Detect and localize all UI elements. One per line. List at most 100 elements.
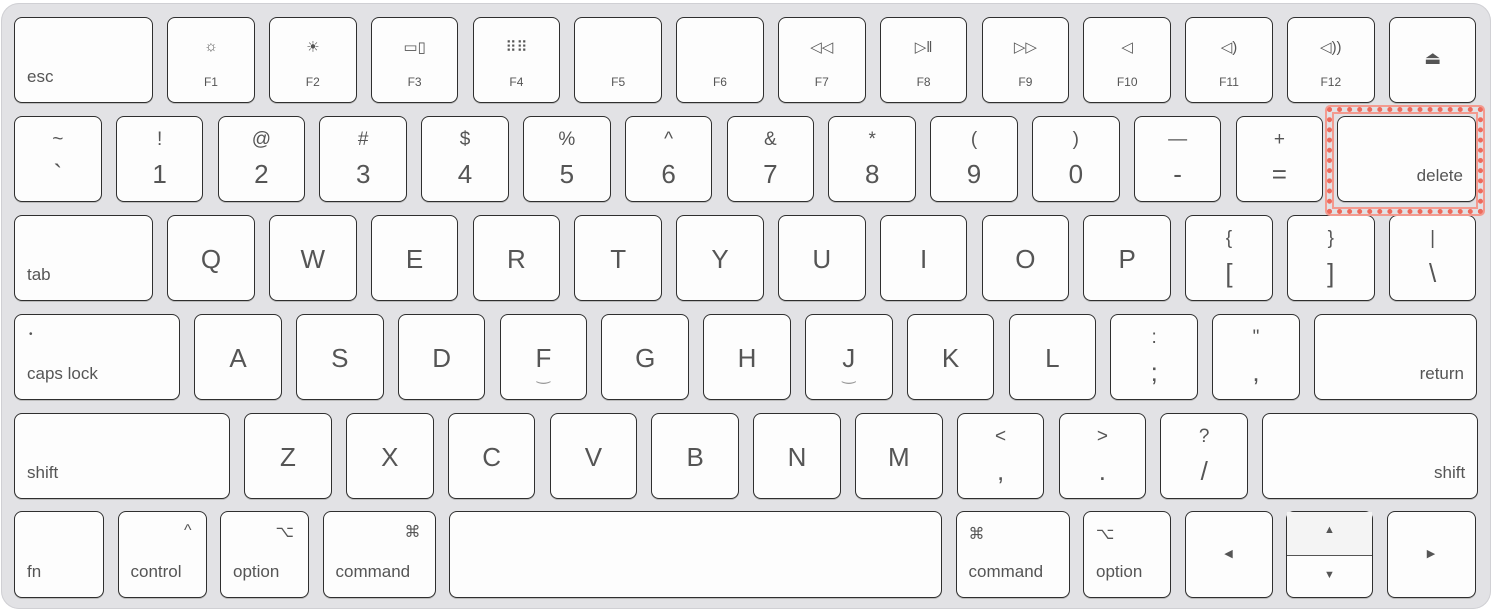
home-row-bump: ‿ — [536, 367, 550, 384]
key-f3[interactable]: ▭▯ F3 — [370, 17, 459, 103]
key-u[interactable]: U — [778, 215, 866, 301]
key-left-arrow[interactable]: ◀ — [1184, 511, 1273, 598]
key-i[interactable]: I — [879, 215, 968, 301]
key-symbol: \ — [1428, 258, 1437, 288]
key-a[interactable]: A — [194, 314, 282, 400]
key-f4[interactable]: ⠿⠿ F4 — [472, 17, 561, 103]
key-o[interactable]: O — [981, 215, 1070, 301]
key-v[interactable]: V — [549, 413, 638, 499]
key-blank[interactable]: | \ — [1388, 215, 1477, 301]
key-8[interactable]: * 8 — [828, 116, 916, 202]
key-command[interactable]: command ⌘ — [322, 511, 436, 598]
key-y[interactable]: Y — [676, 215, 764, 301]
key-up-down-arrow[interactable]: ▲ ▼ — [1286, 511, 1373, 598]
key-f2[interactable]: ☀ F2 — [269, 17, 357, 103]
key-blank[interactable]: ? / — [1160, 413, 1248, 499]
key-shift-symbol: & — [764, 129, 777, 150]
key-f5[interactable]: F5 — [574, 17, 662, 103]
key-control[interactable]: control ^ — [117, 511, 207, 598]
home-row-bump: ‿ — [842, 367, 856, 384]
key-symbol: 0 — [1068, 159, 1084, 189]
key-f1[interactable]: ☼ F1 — [167, 17, 255, 103]
key-9[interactable]: (9 — [930, 116, 1018, 202]
key-q[interactable]: Q — [167, 215, 255, 301]
key-m[interactable]: M — [855, 413, 943, 499]
key-label: option — [1096, 562, 1143, 581]
key-j[interactable]: J ‿ — [805, 314, 893, 400]
key-label: T — [610, 244, 627, 274]
key-symbol: 6 — [661, 159, 676, 189]
key-l[interactable]: L — [1008, 314, 1097, 400]
key-eject[interactable]: ⏏ — [1388, 17, 1477, 103]
key-blank[interactable]: :; — [1110, 314, 1198, 400]
key-1[interactable]: ! 1 — [115, 116, 204, 202]
key-f7[interactable]: ◁◁ F7 — [778, 17, 866, 103]
key-x[interactable]: X — [346, 413, 434, 499]
key-up-arrow[interactable]: ▲ — [1287, 512, 1372, 556]
key-2[interactable]: @2 — [217, 116, 306, 202]
key-blank[interactable]: }] — [1287, 215, 1375, 301]
key-label: L — [1045, 343, 1060, 373]
key-7[interactable]: & 7 — [726, 116, 815, 202]
key-s[interactable]: S — [296, 314, 384, 400]
key-option[interactable]: option ⌥ — [220, 511, 309, 598]
key-h[interactable]: H — [703, 314, 791, 400]
key-shift-right[interactable]: shift — [1262, 413, 1479, 499]
key-f[interactable]: F ‿ — [499, 314, 588, 400]
key-blank[interactable]: <, — [956, 413, 1045, 499]
key-f12[interactable]: ◁)) F12 — [1287, 17, 1375, 103]
key-f9[interactable]: ▷▷ F9 — [981, 17, 1070, 103]
key-label: return — [1419, 364, 1464, 383]
key-blank[interactable]: {[ — [1185, 215, 1273, 301]
key-down-arrow[interactable]: ▼ — [1287, 555, 1372, 598]
key-blank[interactable]: ", — [1212, 314, 1300, 400]
key-return[interactable]: return — [1314, 314, 1477, 400]
key-0[interactable]: ) 0 — [1032, 116, 1120, 202]
key-f6[interactable]: F6 — [676, 17, 764, 103]
key-p[interactable]: P — [1083, 215, 1171, 301]
key-shift-symbol: : — [1151, 327, 1157, 348]
key-c[interactable]: C — [447, 413, 536, 499]
key-f8[interactable]: ▷‖ F8 — [879, 17, 968, 103]
key-blank[interactable]: + = — [1235, 116, 1324, 202]
key-n[interactable]: N — [753, 413, 841, 499]
key-label: fn — [27, 562, 42, 581]
key-shift-symbol: < — [995, 426, 1007, 447]
key-e[interactable]: E — [370, 215, 459, 301]
key-d[interactable]: D — [397, 314, 486, 400]
key-label: F12 — [1320, 75, 1342, 89]
key-shift-symbol: " — [1252, 327, 1260, 348]
key-z[interactable]: Z — [244, 413, 332, 499]
key-symbol: 9 — [966, 159, 982, 189]
key-tab[interactable]: tab — [14, 215, 153, 301]
key-6[interactable]: ^ 6 — [624, 116, 713, 202]
key-r[interactable]: R — [472, 215, 561, 301]
left-arrow-icon: ◀ — [1224, 548, 1233, 560]
key-w[interactable]: W — [269, 215, 357, 301]
key-shift[interactable]: shift — [14, 413, 230, 499]
key-blank[interactable]: — - — [1133, 116, 1222, 202]
key-right-arrow[interactable]: ▶ — [1386, 511, 1476, 598]
key-command[interactable]: command ⌘ — [955, 511, 1070, 598]
key-esc[interactable]: esc — [14, 17, 153, 103]
key-blank[interactable]: >. — [1058, 413, 1147, 499]
key-f10[interactable]: ◁ F10 — [1083, 17, 1171, 103]
key-g[interactable]: G — [601, 314, 689, 400]
key-b[interactable]: B — [651, 413, 739, 499]
key-4[interactable]: $4 — [421, 116, 509, 202]
key-3[interactable]: #3 — [319, 116, 407, 202]
key-t[interactable]: T — [574, 215, 662, 301]
key-label: esc — [27, 67, 54, 86]
key-option[interactable]: option ⌥ — [1083, 511, 1171, 598]
key-f11[interactable]: ◁) F11 — [1185, 17, 1273, 103]
key-space[interactable] — [449, 511, 942, 598]
key-label: caps lock — [27, 364, 98, 383]
key-label: E — [405, 244, 424, 274]
brightness-up-icon: ☀ — [306, 39, 320, 56]
key-5[interactable]: % 5 — [523, 116, 611, 202]
key-label: R — [507, 244, 526, 274]
key-caps-lock[interactable]: caps lock • — [14, 314, 180, 400]
key-k[interactable]: K — [906, 314, 995, 400]
key-fn[interactable]: fn — [14, 511, 104, 598]
key-backtick[interactable]: ~ ` — [14, 116, 102, 202]
